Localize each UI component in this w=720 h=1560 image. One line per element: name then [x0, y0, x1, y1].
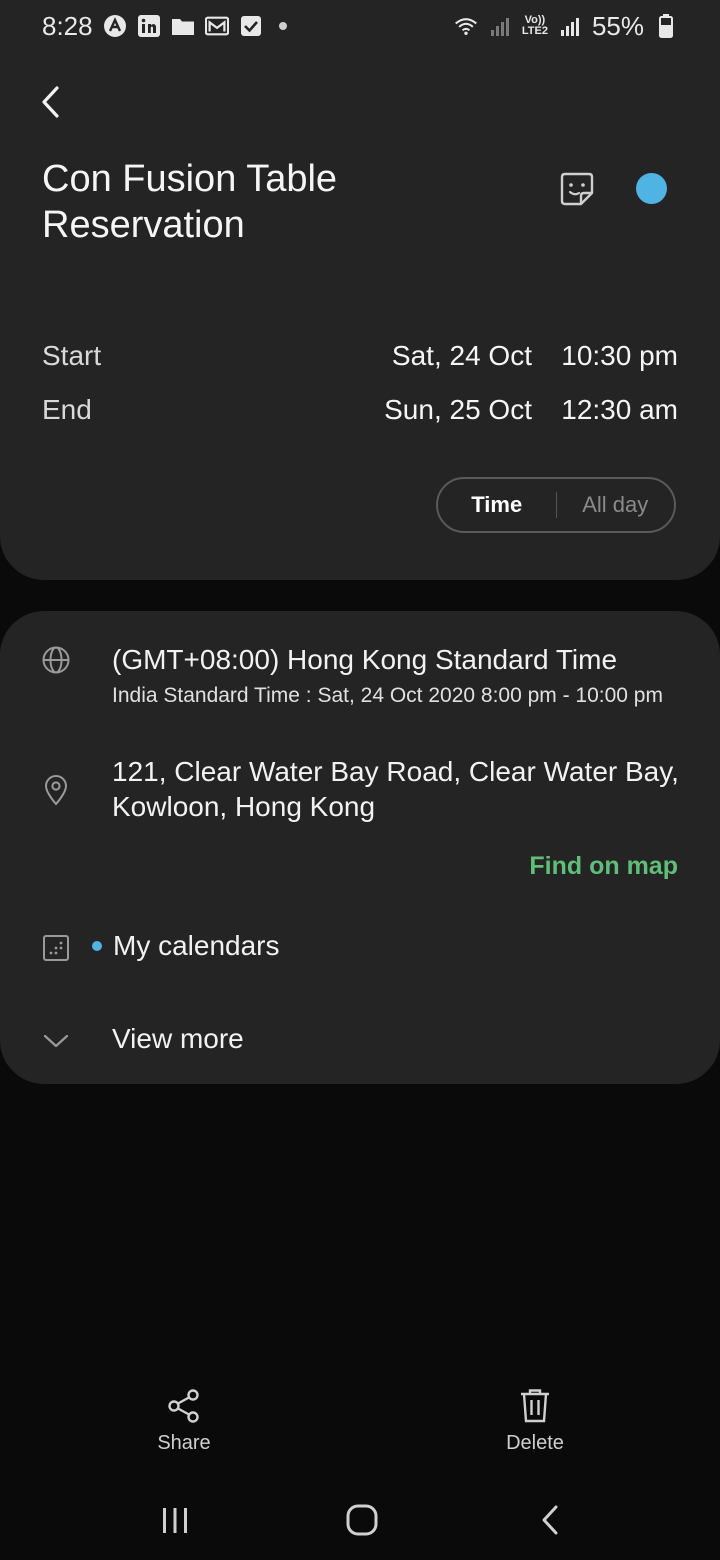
wifi-icon	[454, 14, 478, 38]
location-field[interactable]: 121, Clear Water Bay Road, Clear Water B…	[112, 754, 712, 824]
share-label: Share	[157, 1432, 211, 1454]
status-bar: 8:28 Vo)) LTE2 55%	[0, 0, 720, 52]
folder-icon	[171, 14, 195, 38]
lte-label: LTE2	[521, 25, 548, 37]
end-date[interactable]: Sun, 25 Oct	[384, 394, 532, 426]
share-button[interactable]: Share	[124, 1388, 244, 1455]
start-date[interactable]: Sat, 24 Oct	[392, 340, 532, 372]
trash-icon	[521, 1389, 549, 1423]
system-back-button[interactable]	[520, 1498, 580, 1542]
share-icon	[168, 1389, 199, 1423]
view-more-button[interactable]: View more	[112, 1023, 244, 1055]
sticker-icon	[560, 172, 594, 206]
status-time: 8:28	[42, 10, 93, 41]
chevron-down-icon	[40, 1025, 72, 1057]
start-label: Start	[42, 340, 102, 371]
time-allday-toggle: Time All day	[436, 477, 676, 533]
home-icon	[346, 1504, 378, 1536]
find-on-map-link[interactable]: Find on map	[529, 852, 678, 881]
location-pin-icon	[40, 774, 72, 806]
battery-icon	[654, 14, 678, 38]
linkedin-icon	[137, 14, 161, 38]
status-bar-left: 8:28	[42, 11, 287, 42]
end-time[interactable]: 12:30 am	[561, 394, 678, 426]
event-title[interactable]: Con Fusion Table Reservation	[42, 156, 472, 248]
event-color-picker[interactable]	[636, 173, 667, 204]
calendar-selector[interactable]: My calendars	[113, 930, 280, 962]
more-notifications-dot-icon	[278, 22, 287, 30]
sticker-button[interactable]	[556, 168, 598, 210]
event-details-card	[0, 611, 720, 1084]
gmail-icon	[204, 14, 229, 38]
network-type-label: Vo)) LTE2	[522, 15, 548, 37]
task-check-icon	[239, 14, 263, 38]
chevron-left-icon	[42, 86, 59, 118]
time-option[interactable]: Time	[438, 492, 556, 518]
calendar-color-dot	[92, 941, 102, 951]
home-button[interactable]	[332, 1498, 392, 1542]
delete-label: Delete	[506, 1432, 564, 1454]
start-time[interactable]: 10:30 pm	[561, 340, 678, 372]
status-bar-right: Vo)) LTE2 55%	[454, 11, 678, 42]
recent-apps-icon	[163, 1508, 187, 1533]
all-day-option[interactable]: All day	[557, 492, 675, 518]
signal-sim1-icon	[488, 14, 512, 38]
end-label: End	[42, 394, 92, 425]
delete-button[interactable]: Delete	[475, 1388, 595, 1455]
timezone-selector[interactable]: (GMT+08:00) Hong Kong Standard Time	[112, 644, 617, 676]
app-notification-icon	[103, 14, 127, 38]
recent-apps-button[interactable]	[145, 1498, 205, 1542]
signal-sim2-icon	[558, 14, 582, 38]
system-navigation-bar	[0, 1480, 720, 1560]
back-button[interactable]	[30, 80, 70, 124]
local-timezone-info: India Standard Time : Sat, 24 Oct 2020 8…	[112, 684, 663, 707]
calendar-icon	[40, 932, 72, 964]
back-arrow-icon	[542, 1505, 558, 1535]
battery-percent: 55%	[591, 10, 644, 41]
globe-icon	[40, 644, 72, 676]
